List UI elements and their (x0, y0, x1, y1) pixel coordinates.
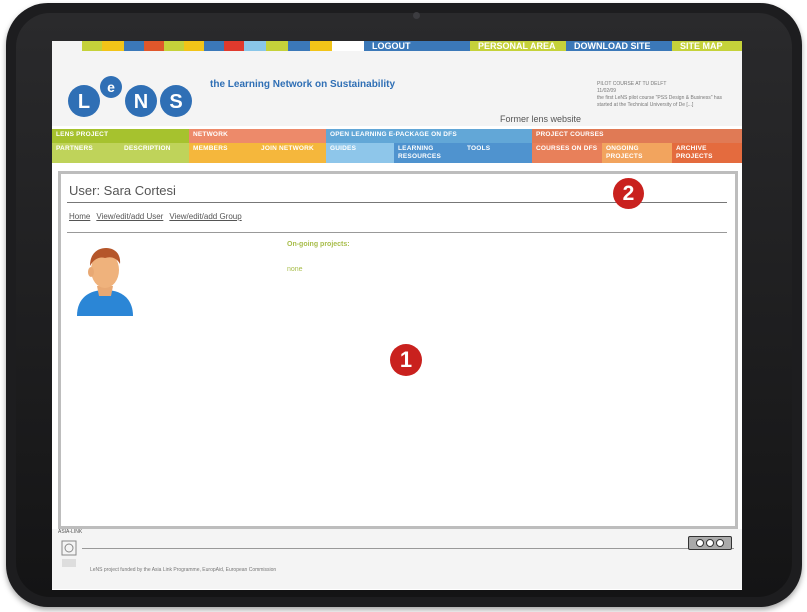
pilot-title: PILOT COURSE AT TU DELFT (597, 81, 667, 87)
svg-text:S: S (169, 91, 182, 113)
svg-text:e: e (107, 79, 115, 95)
camera-icon (413, 12, 420, 19)
menu-ongoing-projects[interactable]: ONGOING PROJECTS (602, 143, 672, 163)
site-header: L e N S the Learning Network on Sustaina… (52, 51, 742, 126)
menu-description[interactable]: DESCRIPTION (120, 143, 189, 163)
user-avatar-icon (77, 248, 133, 316)
pilot-text: the first LeNS pilot course "PSS Design … (597, 95, 722, 108)
footer-funding-text: LeNS project funded by the Asia Link Pro… (90, 567, 277, 573)
menu-members[interactable]: MEMBERS (189, 143, 257, 163)
tablet-frame: LOGOUT PERSONAL AREA DOWNLOAD SITE SITE … (6, 3, 802, 607)
ongoing-projects-value: none (287, 266, 303, 273)
logout-link[interactable]: LOGOUT (364, 41, 470, 51)
footer-divider (82, 548, 734, 549)
former-website-link[interactable]: Former lens website (500, 114, 581, 124)
download-site-link[interactable]: DOWNLOAD SITE (566, 41, 672, 51)
menu-partners[interactable]: PARTNERS (52, 143, 120, 163)
breadcrumb: Home View/edit/add User View/edit/add Gr… (69, 212, 242, 221)
site-tagline: the Learning Network on Sustainability (210, 79, 396, 90)
menu-learning-resources[interactable]: LEARNING RESOURCES (394, 143, 463, 163)
main-menu: LENS PROJECT PARTNERS DESCRIPTION NETWOR… (52, 129, 742, 169)
browser-screen: LOGOUT PERSONAL AREA DOWNLOAD SITE SITE … (52, 41, 742, 590)
menu-join-network[interactable]: JOIN NETWORK (257, 143, 326, 163)
menu-archive-projects[interactable]: ARCHIVE PROJECTS (672, 143, 742, 163)
site-footer: ASIA-LINK LeNS project funded by the Asi… (52, 529, 742, 589)
menu-guides[interactable]: GUIDES (326, 143, 394, 163)
breadcrumb-home[interactable]: Home (69, 212, 90, 221)
creative-commons-icon[interactable] (688, 536, 732, 550)
callout-badge-1: 1 (390, 344, 422, 376)
menu-courses-on-dfs[interactable]: COURSES ON DFS (532, 143, 602, 163)
menu-lens-project[interactable]: LENS PROJECT (52, 129, 189, 143)
menu-project-courses[interactable]: PROJECT COURSES (532, 129, 742, 143)
page-title: User: Sara Cortesi (69, 183, 176, 198)
ongoing-projects-label: On-going projects: (287, 241, 350, 248)
svg-text:N: N (134, 91, 148, 113)
menu-open-learning[interactable]: OPEN LEARNING E-PACKAGE ON DFS (326, 129, 532, 143)
personal-area-link[interactable]: PERSONAL AREA (470, 41, 566, 51)
breadcrumb-view-edit-user[interactable]: View/edit/add User (96, 212, 163, 221)
divider (67, 232, 727, 233)
top-nav: LOGOUT PERSONAL AREA DOWNLOAD SITE SITE … (364, 41, 742, 51)
site-map-link[interactable]: SITE MAP (672, 41, 742, 51)
menu-network[interactable]: NETWORK (189, 129, 326, 143)
european-commission-logo (61, 540, 77, 567)
svg-text:L: L (78, 91, 90, 113)
callout-badge-2: 2 (613, 178, 644, 209)
lens-logo[interactable]: L e N S (66, 71, 206, 119)
pilot-date: 11/02/09 (597, 88, 617, 94)
menu-tools[interactable]: TOOLS (463, 143, 532, 163)
pilot-course-news[interactable]: PILOT COURSE AT TU DELFT 11/02/09 the fi… (597, 81, 727, 109)
breadcrumb-view-edit-group[interactable]: View/edit/add Group (169, 212, 241, 221)
